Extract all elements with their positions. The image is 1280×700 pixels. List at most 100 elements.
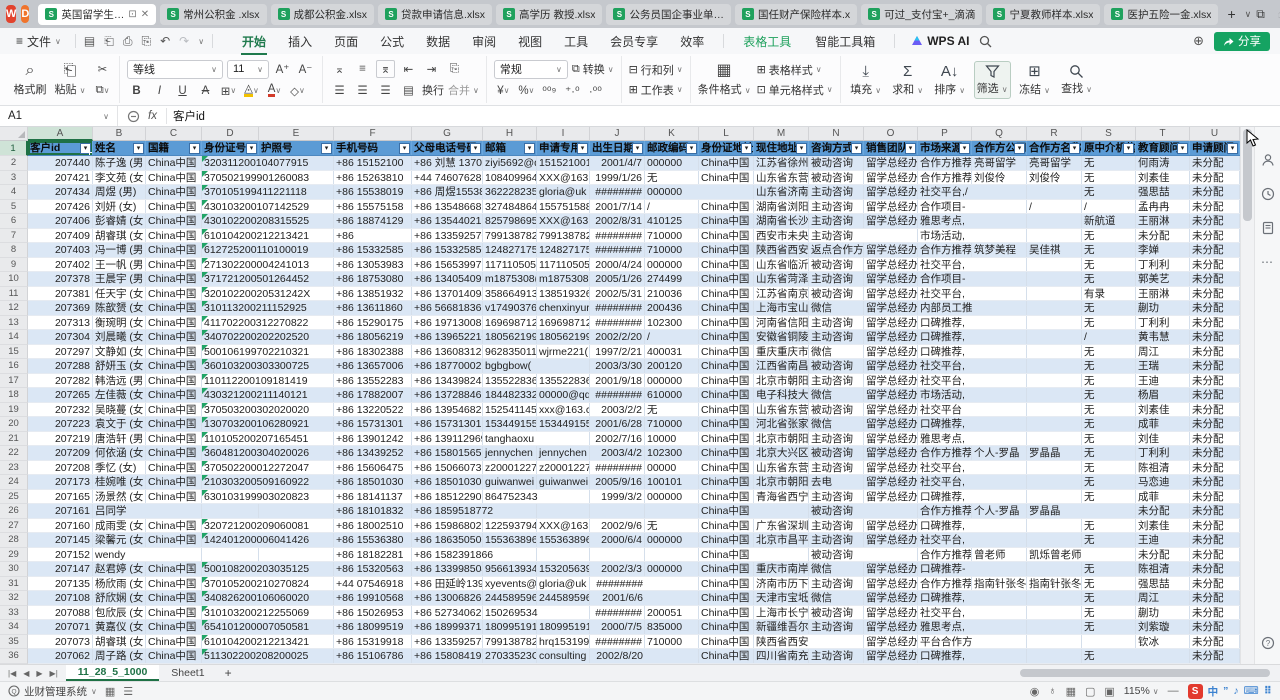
cell-F32[interactable]: +86 19910568 (334, 591, 412, 605)
cell-J15[interactable]: 1997/2/21 (590, 345, 645, 359)
cell-N26[interactable]: 被动咨询 (809, 504, 864, 518)
cell-B5[interactable]: 刘妍 (女) (93, 200, 146, 214)
row-header-23[interactable]: 23 (0, 461, 28, 476)
cell-B12[interactable]: 陈歆赟 (女 (93, 301, 146, 315)
vertical-scrollbar[interactable] (1240, 127, 1254, 664)
cell-M8[interactable]: 陕西省西安 (754, 243, 809, 257)
cell-F27[interactable]: +86 18002510 (334, 519, 412, 533)
cell-M26[interactable] (754, 504, 809, 518)
cell-F23[interactable]: +86 15606475 (334, 461, 412, 475)
cell-A33[interactable]: 207088 (28, 606, 93, 620)
cell-H24[interactable]: guiwanwei (483, 475, 537, 489)
row-header-20[interactable]: 20 (0, 417, 28, 432)
cell-M9[interactable]: 山东省临沂 (754, 258, 809, 272)
cell-T29[interactable]: 未分配 (1136, 548, 1190, 562)
cell-L2[interactable]: China中国 (699, 156, 754, 170)
column-header-F[interactable]: F (334, 127, 412, 141)
cell-H10[interactable]: m1875308( (483, 272, 537, 286)
cell-A29[interactable]: 207152 (28, 548, 93, 562)
cell-M2[interactable]: 江苏省徐州 (754, 156, 809, 170)
cell-O29[interactable] (864, 548, 918, 562)
cell-S25[interactable]: 无 (1082, 490, 1136, 504)
cell-A13[interactable]: 207313 (28, 316, 93, 330)
cell-I7[interactable]: 799138782 (537, 229, 590, 243)
cell-B27[interactable]: 成雨雯 (女 (93, 519, 146, 533)
cell-N15[interactable]: 微信 (809, 345, 864, 359)
rows-cols-button[interactable]: ⊟ 行和列∨ (629, 62, 683, 78)
cell-M7[interactable]: 西安市未央 (754, 229, 809, 243)
row-header-15[interactable]: 15 (0, 345, 28, 360)
cell-C36[interactable]: China中国 (146, 649, 202, 663)
print-icon[interactable]: ⎙ (123, 34, 133, 49)
cell-N4[interactable]: 主动咨询 (809, 185, 864, 199)
cell-J22[interactable]: 2003/4/2 (590, 446, 645, 460)
cell-A27[interactable]: 207160 (28, 519, 93, 533)
first-sheet-icon[interactable]: |◀ (8, 669, 16, 678)
cell-I6[interactable]: XXX@163. (537, 214, 590, 228)
tab-table-tools[interactable]: 表格工具 (732, 30, 802, 53)
cell-L9[interactable]: China中国 (699, 258, 754, 272)
conditional-format-button[interactable]: ▦条件格式 ∨ (698, 62, 751, 97)
cell-J21[interactable]: 2002/7/16 (590, 432, 645, 446)
ime-keyboard-icon[interactable]: ⌨ (1244, 685, 1259, 697)
column-header-I[interactable]: I (537, 127, 590, 141)
cell-C21[interactable]: China中国 (146, 432, 202, 446)
cell-L36[interactable]: China中国 (699, 649, 754, 663)
cell-Q12[interactable] (972, 301, 1027, 315)
cell-S33[interactable]: 无 (1082, 606, 1136, 620)
cell-Q26[interactable]: 个人-罗晶 (972, 504, 1027, 518)
cell-S13[interactable]: 无 (1082, 316, 1136, 330)
cell-C4[interactable]: China中国 (146, 185, 202, 199)
cell-I3[interactable]: XXX@163. (537, 171, 590, 185)
cell-R24[interactable] (1027, 475, 1082, 489)
cell-A19[interactable]: 207232 (28, 403, 93, 417)
cell-B10[interactable]: 王晨宇 (男 (93, 272, 146, 286)
cell-O25[interactable]: 留学总经办 (864, 490, 918, 504)
row-header-9[interactable]: 9 (0, 258, 28, 273)
cell-N8[interactable]: 返点合作方 (809, 243, 864, 257)
cell-G27[interactable]: +86 1598680231 (412, 519, 483, 533)
cell-I2[interactable]: 151521001 (537, 156, 590, 170)
cell-R26[interactable]: 罗晶晶 (1027, 504, 1082, 518)
cell-L12[interactable]: China中国 (699, 301, 754, 315)
cell-H1[interactable]: 邮箱▾ (483, 141, 537, 155)
stamp-icon[interactable]: ♁ (1048, 685, 1056, 697)
cell-P23[interactable]: 社交平台, (918, 461, 972, 475)
row-header-12[interactable]: 12 (0, 301, 28, 316)
cell-O33[interactable]: 留学总经办 (864, 606, 918, 620)
fx-icon[interactable]: fx (148, 110, 157, 122)
cell-F9[interactable]: +86 13053983 (334, 258, 412, 272)
cell-S11[interactable]: 有录 (1082, 287, 1136, 301)
cell-H16[interactable]: bgbgbow( (483, 359, 537, 373)
cell-D1[interactable]: 身份证号▾ (202, 141, 259, 155)
cell-J28[interactable]: 2000/6/4 (590, 533, 645, 547)
cell-O17[interactable]: 留学总经办 (864, 374, 918, 388)
cell-N22[interactable]: 被动咨询 (809, 446, 864, 460)
cell-N10[interactable]: 主动咨询 (809, 272, 864, 286)
cell-N18[interactable]: 微信 (809, 388, 864, 402)
cell-M22[interactable]: 北京大兴区 (754, 446, 809, 460)
cell-D31[interactable]: 370105200210270824 (202, 577, 259, 591)
doc-tab-0[interactable]: S英国留学生…⊡✕ (38, 4, 156, 25)
cell-P9[interactable]: 社交平台, (918, 258, 972, 272)
cell-B35[interactable]: 胡睿琪 (女 (93, 635, 146, 649)
filter-dropdown-icon[interactable]: ▾ (796, 143, 807, 154)
cell-T2[interactable]: 何雨涛 (1136, 156, 1190, 170)
cell-F26[interactable]: +86 18101832 (334, 504, 412, 518)
cell-J23[interactable]: ######## (590, 461, 645, 475)
cell-T11[interactable]: 王丽淋 (1136, 287, 1190, 301)
cell-K29[interactable] (645, 548, 699, 562)
row-header-25[interactable]: 25 (0, 490, 28, 505)
cell-N1[interactable]: 咨询方式▾ (809, 141, 864, 155)
cell-J17[interactable]: 2001/9/18 (590, 374, 645, 388)
bold-button[interactable]: B (127, 82, 146, 100)
align-right-icon[interactable]: ☰ (376, 81, 395, 99)
cell-P21[interactable]: 雅思考点, (918, 432, 972, 446)
cell-O9[interactable]: 留学总经办 (864, 258, 918, 272)
cell-B11[interactable]: 任天宇 (女 (93, 287, 146, 301)
filter-dropdown-icon[interactable]: ▾ (577, 143, 588, 154)
cell-C1[interactable]: 国籍▾ (146, 141, 202, 155)
cell-G18[interactable]: +86 1372884680 (412, 388, 483, 402)
italic-button[interactable]: I (150, 82, 169, 100)
fill-color-button[interactable]: ◬∨ (242, 82, 261, 100)
